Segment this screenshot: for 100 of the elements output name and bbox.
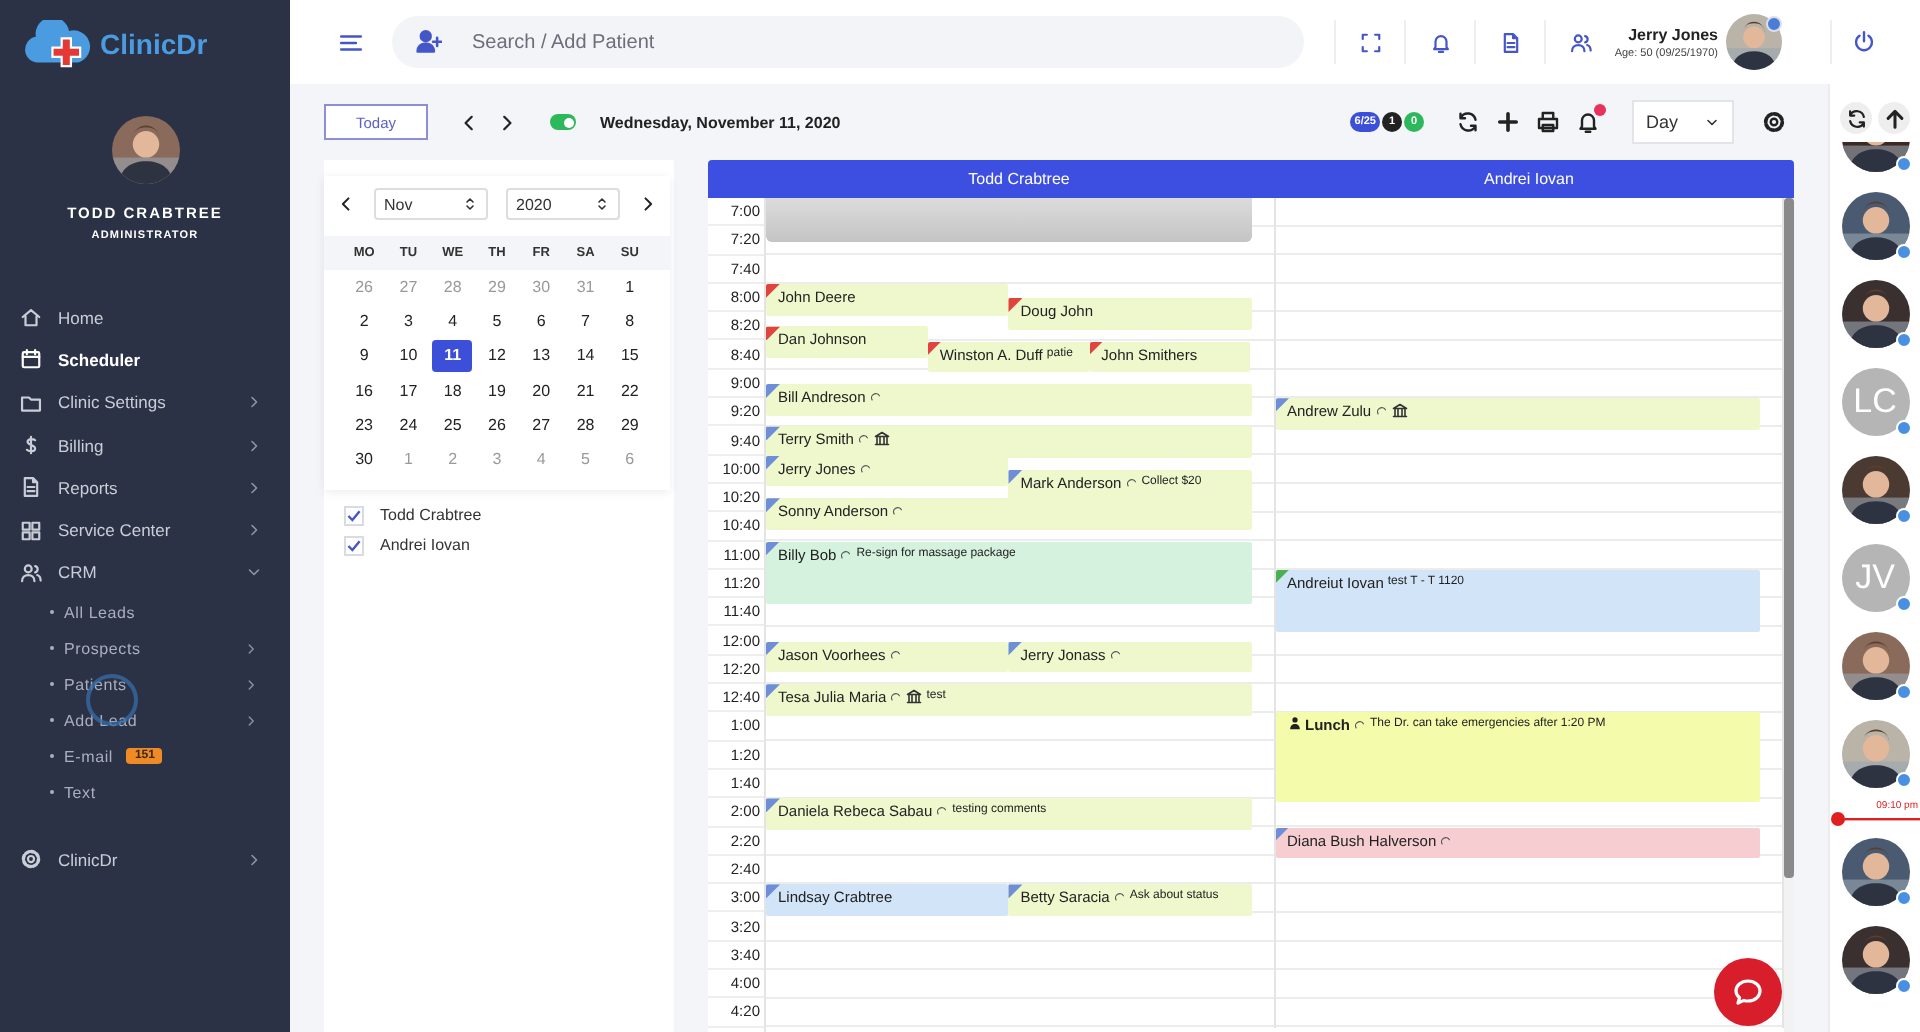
- grid-icon: [20, 519, 42, 542]
- calendar-day[interactable]: 12: [476, 340, 517, 373]
- submenu-item[interactable]: Prospects: [0, 630, 290, 667]
- settings-icon[interactable]: [1762, 110, 1786, 134]
- arrow-up-icon[interactable]: [1883, 107, 1905, 129]
- calendar-day[interactable]: 5: [476, 305, 517, 338]
- calendar-day[interactable]: 2: [344, 305, 385, 338]
- current-time-line: [1830, 812, 1920, 826]
- calendar-day[interactable]: 16: [344, 375, 385, 408]
- calendar-day[interactable]: 21: [565, 375, 606, 408]
- calendar-day[interactable]: 6: [521, 305, 562, 338]
- menu-button[interactable]: [338, 29, 364, 55]
- home-icon: [20, 306, 42, 329]
- menu-icon: [338, 29, 364, 55]
- calendar-day[interactable]: 22: [609, 375, 650, 408]
- power-icon[interactable]: [1852, 30, 1876, 54]
- toggle-switch[interactable]: [550, 114, 576, 130]
- add-user-icon[interactable]: [416, 28, 442, 54]
- scrollbar-thumb[interactable]: [1784, 198, 1794, 878]
- users-icon: [20, 561, 42, 584]
- calendar-day[interactable]: 30: [344, 444, 385, 477]
- calendar-day[interactable]: 14: [565, 340, 606, 373]
- chevron-down-icon: [246, 564, 262, 581]
- calendar-day[interactable]: 23: [344, 409, 385, 442]
- search-field[interactable]: Search / Add Patient: [392, 16, 1305, 68]
- plus-icon[interactable]: [1496, 110, 1520, 134]
- current-date: Wednesday, November 11, 2020: [600, 113, 841, 131]
- repeat-icon: [1354, 720, 1366, 733]
- refresh-icon[interactable]: [1845, 107, 1867, 129]
- calendar-day[interactable]: 17: [388, 375, 429, 408]
- dollar-icon: [20, 434, 42, 457]
- building-icon: [1391, 402, 1408, 419]
- calendar-day[interactable]: 26: [476, 409, 517, 442]
- repeat-icon: [1109, 649, 1122, 662]
- repeat-icon: [857, 434, 870, 447]
- users-icon[interactable]: [1569, 31, 1592, 53]
- calendar-day[interactable]: 4: [432, 305, 473, 338]
- chevron-right-icon: [246, 522, 262, 539]
- calendar-day[interactable]: 1: [609, 271, 650, 304]
- view-select[interactable]: Day: [1632, 100, 1734, 144]
- year-select[interactable]: 2020: [506, 188, 620, 220]
- menu-item[interactable]: Billing: [0, 423, 290, 467]
- submenu-item[interactable]: All Leads: [0, 594, 290, 631]
- bell-icon[interactable]: [1429, 31, 1452, 53]
- calendar-day[interactable]: 28: [565, 409, 606, 442]
- document-icon: [20, 476, 42, 499]
- sort-arrows-icon: [594, 196, 610, 212]
- calendar-day[interactable]: 9: [344, 340, 385, 373]
- calendar-day[interactable]: 27: [521, 409, 562, 442]
- document-icon[interactable]: [1499, 31, 1522, 53]
- chat-icon: [1732, 976, 1764, 1008]
- calendar-day[interactable]: 15: [609, 340, 650, 373]
- provider-column-header: Todd Crabtree: [966, 170, 1072, 188]
- chevron-right-icon: [246, 394, 262, 411]
- calendar-day[interactable]: 29: [609, 409, 650, 442]
- calendar-day[interactable]: 24: [388, 409, 429, 442]
- menu-item[interactable]: Clinic Settings: [0, 381, 290, 424]
- chevron-right-icon: [244, 713, 258, 728]
- calendar-icon: [20, 348, 42, 371]
- repeat-icon: [1375, 406, 1388, 419]
- repeat-icon: [890, 692, 903, 705]
- bell-icon[interactable]: [1576, 110, 1600, 134]
- menu-item[interactable]: Service Center: [0, 508, 290, 552]
- building-icon: [873, 430, 890, 447]
- logo-text: ClinicDr: [100, 28, 208, 60]
- repeat-icon: [936, 806, 949, 819]
- checkbox[interactable]: [344, 535, 364, 556]
- repeat-icon: [1125, 477, 1138, 490]
- month-select[interactable]: Nov: [374, 188, 488, 220]
- calendar-day[interactable]: 20: [521, 375, 562, 408]
- calendar-day[interactable]: 7: [565, 305, 606, 338]
- chat-button[interactable]: [1714, 958, 1782, 1026]
- fullscreen-icon[interactable]: [1359, 31, 1382, 53]
- calendar-day[interactable]: 19: [476, 375, 517, 408]
- menu-item[interactable]: ClinicDr: [0, 838, 290, 881]
- calendar-day[interactable]: 18: [432, 375, 473, 408]
- calendar-day[interactable]: 11: [432, 340, 473, 373]
- repeat-icon: [892, 506, 905, 519]
- calendar-day[interactable]: 25: [432, 409, 473, 442]
- menu-item[interactable]: Home: [0, 296, 290, 339]
- chevron-right-icon[interactable]: [638, 194, 658, 214]
- refresh-icon[interactable]: [1456, 110, 1480, 134]
- chevron-right-icon: [246, 437, 262, 454]
- printer-icon[interactable]: [1536, 110, 1560, 134]
- provider-name: Andrei Iovan: [380, 536, 470, 555]
- checkbox[interactable]: [344, 505, 364, 526]
- submenu-item[interactable]: Text: [0, 774, 290, 811]
- repeat-icon: [840, 549, 853, 562]
- provider-name: Todd Crabtree: [380, 506, 482, 525]
- menu-item[interactable]: Scheduler: [0, 338, 290, 382]
- repeat-icon: [869, 391, 882, 404]
- status-dot: [1766, 16, 1782, 32]
- menu-item[interactable]: Reports: [0, 466, 290, 509]
- chevron-right-icon: [246, 479, 262, 496]
- calendar-day[interactable]: 10: [388, 340, 429, 373]
- menu-item[interactable]: CRM: [0, 551, 290, 595]
- calendar-day[interactable]: 13: [521, 340, 562, 373]
- calendar-day[interactable]: 3: [388, 305, 429, 338]
- calendar-day[interactable]: 8: [609, 305, 650, 338]
- sort-arrows-icon: [462, 196, 478, 212]
